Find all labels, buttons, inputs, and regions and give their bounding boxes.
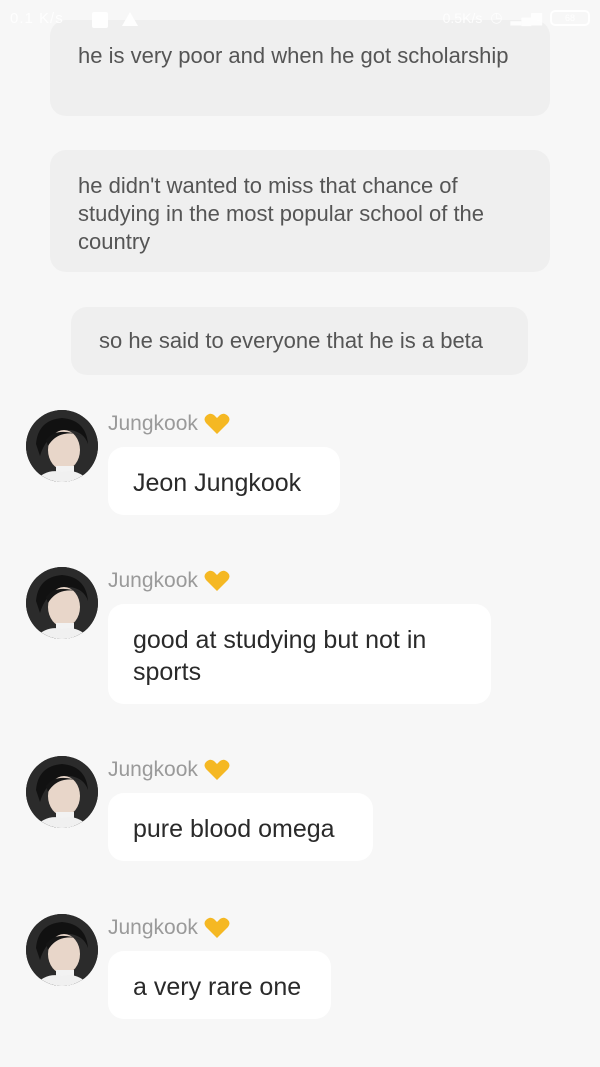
warning-icon [122,12,138,26]
avatar[interactable] [26,756,98,828]
yellow-heart-icon [204,917,230,939]
data-speed: 0.5K/s [442,9,483,26]
status-right: 0.5K/s ◷ ▂▄▆ 68 [443,9,590,26]
chat-screen: 0.1 K/s 0.5K/s ◷ ▂▄▆ 68 he is very poor … [0,0,600,1067]
sender-name-row: Jungkook [108,916,230,940]
sender-name: Jungkook [108,916,198,939]
narration-bubble: he didn't wanted to miss that chance of … [50,150,550,272]
narration-bubble: so he said to everyone that he is a beta [71,307,528,375]
sender-name: Jungkook [108,758,198,781]
message-bubble: a very rare one [108,951,331,1019]
message-bubble: Jeon Jungkook [108,447,340,515]
alarm-icon: ◷ [490,9,503,25]
sender-name-row: Jungkook [108,758,230,782]
battery-icon: 68 [550,9,590,26]
yellow-heart-icon [204,759,230,781]
avatar[interactable] [26,410,98,482]
status-bar: 0.1 K/s 0.5K/s ◷ ▂▄▆ 68 [0,0,600,40]
avatar[interactable] [26,914,98,986]
message-bubble: pure blood omega [108,793,373,861]
message-bubble: good at studying but not in sports [108,604,491,704]
sender-name: Jungkook [108,412,198,435]
network-speed: 0.1 K/s [10,10,64,27]
signal-icon: ▂▄▆ [510,9,542,25]
avatar[interactable] [26,567,98,639]
yellow-heart-icon [204,413,230,435]
sender-name-row: Jungkook [108,569,230,593]
yellow-heart-icon [204,570,230,592]
sender-name: Jungkook [108,569,198,592]
notification-icon [92,12,108,28]
sender-name-row: Jungkook [108,412,230,436]
